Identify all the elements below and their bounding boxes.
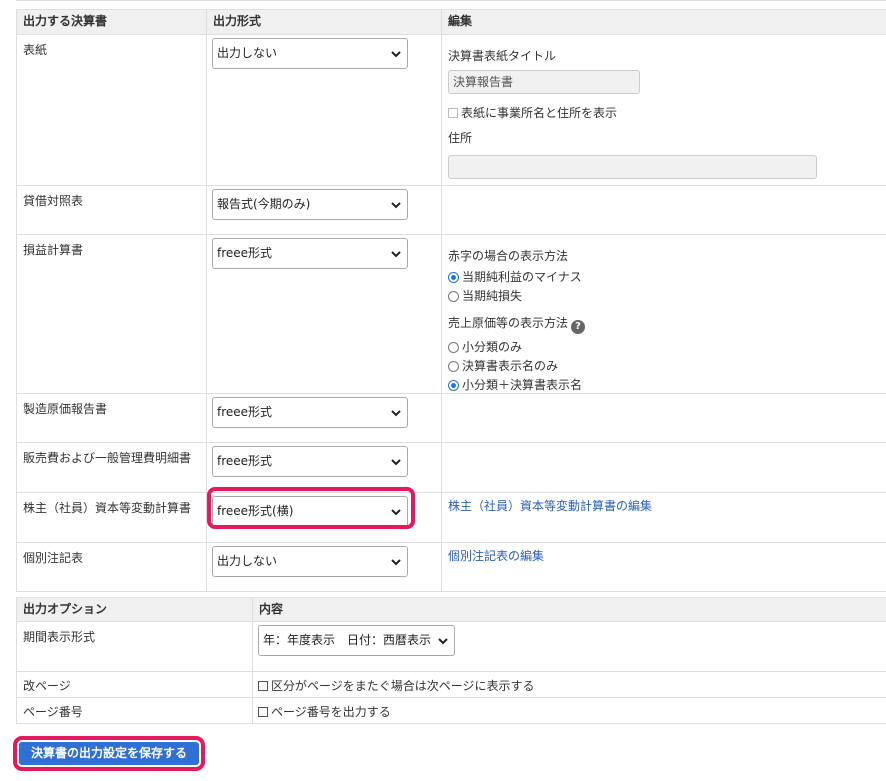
options-table: 出力オプション 内容 期間表示形式 年：年度表示 日付：西暦表示 改ページ 区分…	[16, 597, 886, 724]
save-button[interactable]: 決算書の出力設定を保存する	[19, 742, 199, 765]
option-label: 当期純利益のマイナス	[462, 270, 582, 284]
table-row: 損益計算書 freee形式 赤字の場合の表示方法 当期純利益のマイナス 当期純損…	[16, 234, 886, 394]
select-value: 出力しない	[217, 554, 278, 568]
radio-icon[interactable]	[448, 342, 459, 353]
save-button-frame[interactable]: 決算書の出力設定を保存する	[13, 736, 205, 771]
equity-edit-link[interactable]: 株主（社員）資本等変動計算書の編集	[448, 497, 886, 514]
table-row: 個別注記表 出力しない 個別注記表の編集	[16, 542, 886, 592]
cover-format-select[interactable]: 出力しない	[212, 38, 408, 69]
cogs-label: 売上原価等の表示方法	[448, 316, 569, 330]
help-icon[interactable]: ?	[571, 320, 586, 334]
deficit-label: 赤字の場合の表示方法	[448, 249, 569, 263]
sga-format-select[interactable]: freee形式	[212, 446, 408, 477]
show-address-option[interactable]: 表紙に事業所名と住所を表示	[448, 104, 886, 121]
header-report: 出力する決算書	[16, 9, 207, 35]
header-format: 出力形式	[206, 9, 442, 35]
show-address-label: 表紙に事業所名と住所を表示	[461, 106, 618, 120]
option-label: 決算書表示名のみ	[462, 359, 559, 373]
option-label: 小分類＋決算書表示名	[462, 378, 583, 392]
show-address-checkbox[interactable]	[448, 108, 458, 118]
report-name: 製造原価報告書	[16, 393, 207, 443]
cover-title-input[interactable]: 決算報告書	[448, 70, 640, 94]
report-name: 個別注記表	[16, 542, 207, 592]
table-row: 販売費および一般管理費明細書 freee形式	[16, 442, 886, 493]
header-content: 内容	[252, 597, 886, 622]
top-border	[16, 0, 886, 1]
report-name: 販売費および一般管理費明細書	[16, 442, 207, 493]
header-edit: 編集	[441, 9, 886, 35]
table-row: 表紙 出力しない 決算書表紙タイトル 決算報告書 表紙に事業所名と住所を表示 住…	[16, 34, 886, 186]
table-row: 製造原価報告書 freee形式	[16, 393, 886, 443]
select-value: 出力しない	[217, 46, 278, 60]
radio-selected-icon[interactable]	[448, 380, 459, 391]
page-break-option[interactable]: 区分がページをまたぐ場合は次ページに表示する	[252, 671, 886, 698]
table-row: 株主（社員）資本等変動計算書 freee形式(横) 株主（社員）資本等変動計算書…	[16, 492, 886, 543]
page-number-checkbox[interactable]	[258, 707, 268, 717]
report-name: 株主（社員）資本等変動計算書	[16, 492, 207, 543]
chevron-down-icon	[438, 638, 448, 645]
chevron-down-icon	[391, 410, 401, 417]
report-name: 表紙	[16, 34, 207, 186]
period-label: 期間表示形式	[16, 621, 253, 672]
select-value: freee形式	[217, 454, 273, 468]
chevron-down-icon	[391, 459, 401, 466]
page-number-label: ページ番号	[16, 697, 253, 724]
table-row: 改ページ 区分がページをまたぐ場合は次ページに表示する	[16, 671, 886, 698]
option-label: 小分類のみ	[462, 340, 523, 354]
deficit-option[interactable]: 当期純利益のマイナス	[448, 268, 886, 285]
report-name: 貸借対照表	[16, 185, 207, 235]
chevron-down-icon	[391, 251, 401, 258]
page-number-text: ページ番号を出力する	[271, 705, 391, 719]
radio-selected-icon[interactable]	[448, 272, 459, 283]
pl-format-select[interactable]: freee形式	[212, 238, 408, 269]
cogs-option[interactable]: 小分類のみ	[448, 338, 886, 355]
notes-format-select[interactable]: 出力しない	[212, 546, 408, 577]
cogs-option[interactable]: 小分類＋決算書表示名	[448, 376, 886, 393]
deficit-option[interactable]: 当期純損失	[448, 287, 886, 304]
option-label: 当期純損失	[462, 289, 523, 303]
highlight-frame	[207, 487, 415, 529]
bs-format-select[interactable]: 報告式(今期のみ)	[212, 189, 408, 220]
table-row: 期間表示形式 年：年度表示 日付：西暦表示	[16, 621, 886, 672]
chevron-down-icon	[391, 51, 401, 58]
cover-title-label: 決算書表紙タイトル	[448, 49, 557, 63]
page-break-label: 改ページ	[16, 671, 253, 698]
chevron-down-icon	[391, 559, 401, 566]
address-input[interactable]	[448, 155, 817, 179]
cogs-option[interactable]: 決算書表示名のみ	[448, 357, 886, 374]
select-value: freee形式	[217, 246, 273, 260]
table-row: 貸借対照表 報告式(今期のみ)	[16, 185, 886, 235]
select-value: 報告式(今期のみ)	[217, 197, 311, 211]
notes-edit-link[interactable]: 個別注記表の編集	[448, 547, 886, 564]
period-format-select[interactable]: 年：年度表示 日付：西暦表示	[258, 625, 455, 656]
header-option: 出力オプション	[16, 597, 253, 622]
radio-icon[interactable]	[448, 361, 459, 372]
page-break-checkbox[interactable]	[258, 681, 268, 691]
select-value: 年：年度表示 日付：西暦表示	[263, 633, 432, 647]
table-row: ページ番号 ページ番号を出力する	[16, 697, 886, 724]
page-break-text: 区分がページをまたぐ場合は次ページに表示する	[271, 679, 535, 693]
select-value: freee形式	[217, 405, 273, 419]
chevron-down-icon	[391, 202, 401, 209]
reports-table: 出力する決算書 出力形式 編集 表紙 出力しない 決算書表紙タイトル 決算報告書…	[16, 9, 886, 592]
page-number-option[interactable]: ページ番号を出力する	[252, 697, 886, 724]
mfg-format-select[interactable]: freee形式	[212, 397, 408, 428]
address-label: 住所	[448, 131, 473, 145]
report-name: 損益計算書	[16, 234, 207, 394]
radio-icon[interactable]	[448, 291, 459, 302]
cogs-label-row: 売上原価等の表示方法?	[448, 314, 886, 334]
